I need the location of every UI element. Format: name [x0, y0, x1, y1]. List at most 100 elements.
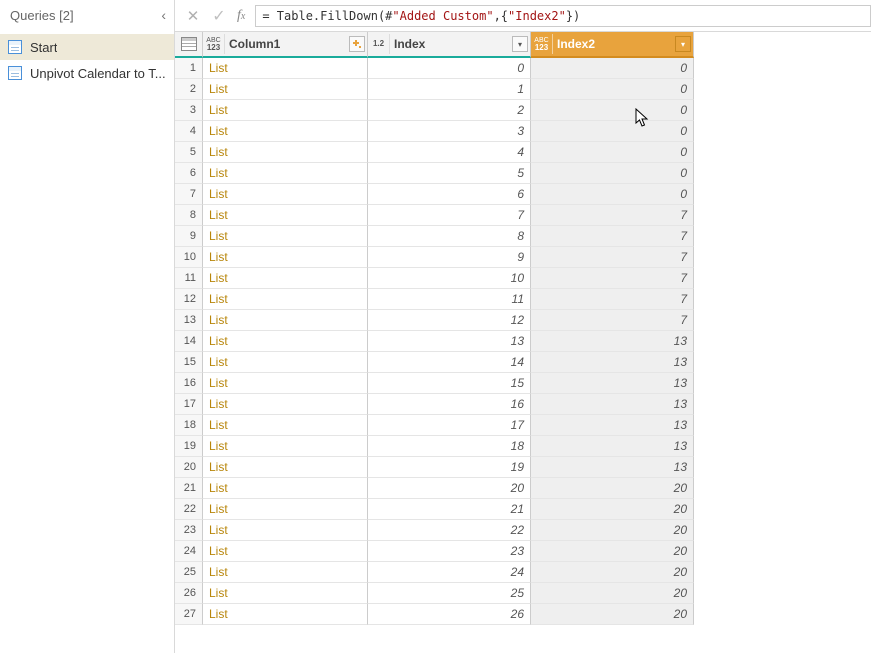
- cell-index[interactable]: 0: [368, 58, 531, 79]
- cell-column1[interactable]: List: [203, 58, 368, 79]
- cell-index[interactable]: 1: [368, 79, 531, 100]
- collapse-panel-icon[interactable]: ‹: [161, 7, 166, 23]
- cell-index[interactable]: 10: [368, 268, 531, 289]
- cell-index[interactable]: 19: [368, 457, 531, 478]
- cell-column1[interactable]: List: [203, 394, 368, 415]
- row-number[interactable]: 2: [175, 79, 203, 100]
- cell-index2[interactable]: 20: [531, 562, 694, 583]
- cell-index2[interactable]: 0: [531, 79, 694, 100]
- cell-index2[interactable]: 20: [531, 583, 694, 604]
- cell-index[interactable]: 24: [368, 562, 531, 583]
- type-icon[interactable]: 1.2: [368, 34, 390, 54]
- cell-index2[interactable]: 0: [531, 163, 694, 184]
- row-number[interactable]: 8: [175, 205, 203, 226]
- cell-index[interactable]: 12: [368, 310, 531, 331]
- row-number[interactable]: 11: [175, 268, 203, 289]
- row-number[interactable]: 3: [175, 100, 203, 121]
- row-number[interactable]: 10: [175, 247, 203, 268]
- cell-column1[interactable]: List: [203, 331, 368, 352]
- cell-column1[interactable]: List: [203, 100, 368, 121]
- cell-index2[interactable]: 20: [531, 541, 694, 562]
- row-number[interactable]: 14: [175, 331, 203, 352]
- query-item-0[interactable]: Start: [0, 34, 174, 60]
- cell-index2[interactable]: 13: [531, 331, 694, 352]
- grid-corner[interactable]: [175, 32, 203, 58]
- cell-column1[interactable]: List: [203, 436, 368, 457]
- cell-column1[interactable]: List: [203, 205, 368, 226]
- row-number[interactable]: 9: [175, 226, 203, 247]
- row-number[interactable]: 27: [175, 604, 203, 625]
- expand-icon[interactable]: [349, 36, 365, 52]
- cell-index2[interactable]: 0: [531, 100, 694, 121]
- cell-column1[interactable]: List: [203, 184, 368, 205]
- row-number[interactable]: 13: [175, 310, 203, 331]
- cell-column1[interactable]: List: [203, 562, 368, 583]
- cell-index2[interactable]: 20: [531, 520, 694, 541]
- row-number[interactable]: 15: [175, 352, 203, 373]
- cell-index[interactable]: 3: [368, 121, 531, 142]
- cell-column1[interactable]: List: [203, 121, 368, 142]
- cell-column1[interactable]: List: [203, 352, 368, 373]
- cell-index2[interactable]: 0: [531, 58, 694, 79]
- cell-index2[interactable]: 13: [531, 457, 694, 478]
- cell-index[interactable]: 21: [368, 499, 531, 520]
- row-number[interactable]: 24: [175, 541, 203, 562]
- row-number[interactable]: 16: [175, 373, 203, 394]
- cell-column1[interactable]: List: [203, 478, 368, 499]
- cell-column1[interactable]: List: [203, 79, 368, 100]
- cell-index2[interactable]: 20: [531, 604, 694, 625]
- row-number[interactable]: 12: [175, 289, 203, 310]
- column-header-index[interactable]: 1.2Index▾: [368, 32, 531, 58]
- cell-index2[interactable]: 0: [531, 184, 694, 205]
- cell-column1[interactable]: List: [203, 520, 368, 541]
- cell-index[interactable]: 5: [368, 163, 531, 184]
- cell-index2[interactable]: 7: [531, 268, 694, 289]
- cell-index2[interactable]: 13: [531, 352, 694, 373]
- cell-index[interactable]: 22: [368, 520, 531, 541]
- row-number[interactable]: 1: [175, 58, 203, 79]
- cell-column1[interactable]: List: [203, 226, 368, 247]
- row-number[interactable]: 20: [175, 457, 203, 478]
- cell-index2[interactable]: 20: [531, 478, 694, 499]
- query-item-1[interactable]: Unpivot Calendar to T...: [0, 60, 174, 86]
- cell-column1[interactable]: List: [203, 373, 368, 394]
- cell-index[interactable]: 9: [368, 247, 531, 268]
- cell-index2[interactable]: 13: [531, 373, 694, 394]
- cell-index[interactable]: 26: [368, 604, 531, 625]
- formula-input[interactable]: = Table.FillDown(#"Added Custom",{"Index…: [255, 5, 871, 27]
- cell-column1[interactable]: List: [203, 163, 368, 184]
- cell-index[interactable]: 15: [368, 373, 531, 394]
- formula-cancel-button[interactable]: ✕: [181, 4, 205, 28]
- cell-index[interactable]: 13: [368, 331, 531, 352]
- cell-column1[interactable]: List: [203, 268, 368, 289]
- cell-column1[interactable]: List: [203, 247, 368, 268]
- cell-column1[interactable]: List: [203, 415, 368, 436]
- cell-index[interactable]: 17: [368, 415, 531, 436]
- row-number[interactable]: 4: [175, 121, 203, 142]
- cell-index2[interactable]: 7: [531, 289, 694, 310]
- data-grid[interactable]: ABC123Column11.2Index▾ABC123Index2▾1List…: [175, 32, 871, 625]
- type-icon[interactable]: ABC123: [531, 34, 553, 54]
- row-number[interactable]: 25: [175, 562, 203, 583]
- column-header-column1[interactable]: ABC123Column1: [203, 32, 368, 58]
- cell-index[interactable]: 14: [368, 352, 531, 373]
- cell-column1[interactable]: List: [203, 457, 368, 478]
- cell-column1[interactable]: List: [203, 142, 368, 163]
- cell-index2[interactable]: 0: [531, 121, 694, 142]
- row-number[interactable]: 6: [175, 163, 203, 184]
- cell-column1[interactable]: List: [203, 289, 368, 310]
- column-header-index2[interactable]: ABC123Index2▾: [531, 32, 694, 58]
- cell-column1[interactable]: List: [203, 499, 368, 520]
- cell-index[interactable]: 25: [368, 583, 531, 604]
- cell-index[interactable]: 7: [368, 205, 531, 226]
- row-number[interactable]: 23: [175, 520, 203, 541]
- cell-index2[interactable]: 13: [531, 394, 694, 415]
- formula-confirm-button[interactable]: ✓: [207, 4, 231, 28]
- cell-index[interactable]: 2: [368, 100, 531, 121]
- row-number[interactable]: 22: [175, 499, 203, 520]
- cell-index[interactable]: 8: [368, 226, 531, 247]
- cell-index2[interactable]: 13: [531, 436, 694, 457]
- cell-column1[interactable]: List: [203, 310, 368, 331]
- cell-index[interactable]: 23: [368, 541, 531, 562]
- cell-index2[interactable]: 7: [531, 310, 694, 331]
